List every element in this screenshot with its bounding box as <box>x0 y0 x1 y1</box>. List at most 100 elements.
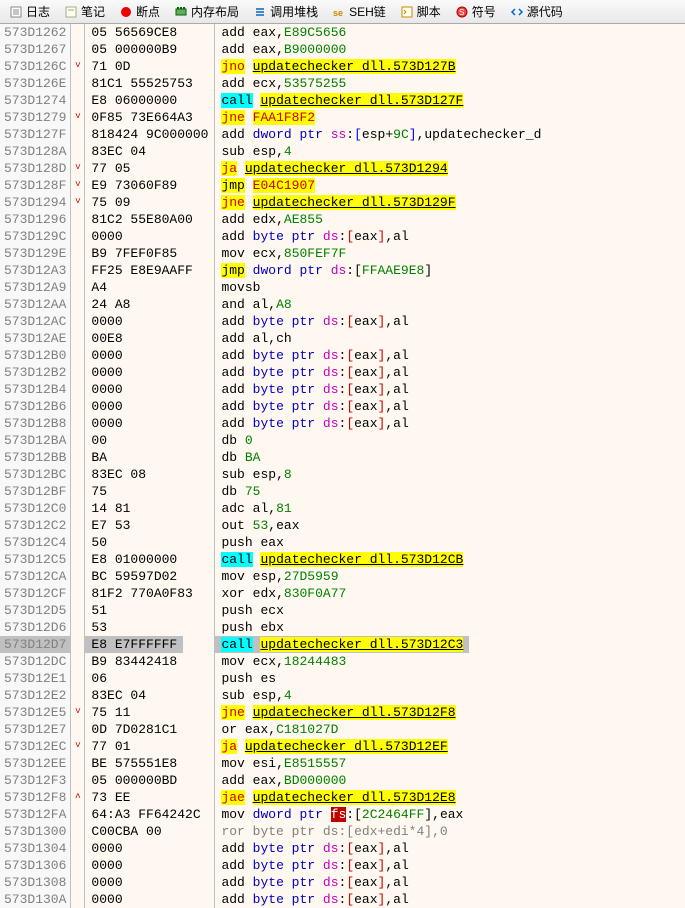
disassembly[interactable]: add al,ch <box>215 330 297 347</box>
disassembly[interactable]: jmp dword ptr ds:[FFAAE9E8] <box>215 262 438 279</box>
disassembly[interactable]: movsb <box>215 279 266 296</box>
address[interactable]: 573D12E7 <box>0 721 70 738</box>
bytes[interactable]: 77 01 <box>85 738 136 755</box>
bytes[interactable]: B9 7FEF0F85 <box>85 245 183 262</box>
bytes[interactable]: 0F85 73E664A3 <box>85 109 198 126</box>
address[interactable]: 573D1274 <box>0 92 70 109</box>
disassembly[interactable]: db 0 <box>215 432 258 449</box>
bytes[interactable]: 24 A8 <box>85 296 136 313</box>
address[interactable]: 573D127F <box>0 126 70 143</box>
disassembly[interactable]: add eax,B9000000 <box>215 41 352 58</box>
bytes[interactable]: 50 <box>85 534 113 551</box>
disassembly[interactable]: and al,A8 <box>215 296 297 313</box>
bytes[interactable]: 818424 9C000000 <box>85 126 214 143</box>
tab-callstack[interactable]: 调用堆栈 <box>246 1 325 23</box>
disassembly[interactable]: sub esp,4 <box>215 687 297 704</box>
address[interactable]: 573D12CF <box>0 585 70 602</box>
disassembly[interactable]: add byte ptr ds:[eax],al <box>215 364 414 381</box>
tab-script[interactable]: 脚本 <box>393 1 448 23</box>
disassembly[interactable]: add byte ptr ds:[eax],al <box>215 840 414 857</box>
bytes[interactable]: 05 000000BD <box>85 772 183 789</box>
address[interactable]: 573D1306 <box>0 857 70 874</box>
disassembly[interactable]: add byte ptr ds:[eax],al <box>215 398 414 415</box>
address[interactable]: 573D12AC <box>0 313 70 330</box>
address[interactable]: 573D12F8 <box>0 789 70 806</box>
disassembly[interactable]: push ebx <box>215 619 289 636</box>
disassembly[interactable]: mov esp,27D5959 <box>215 568 344 585</box>
bytes[interactable]: FF25 E8E9AAFF <box>85 262 198 279</box>
address[interactable]: 573D12AE <box>0 330 70 347</box>
disassembly[interactable]: xor edx,830F0A77 <box>215 585 352 602</box>
bytes[interactable]: E9 73060F89 <box>85 177 183 194</box>
address[interactable]: 573D129E <box>0 245 70 262</box>
bytes[interactable]: 71 0D <box>85 58 136 75</box>
bytes[interactable]: 05 000000B9 <box>85 41 183 58</box>
address[interactable]: 573D12BA <box>0 432 70 449</box>
disassembly[interactable]: push eax <box>215 534 289 551</box>
bytes[interactable]: A4 <box>85 279 113 296</box>
disassembly[interactable]: add edx,AE855 <box>215 211 328 228</box>
disassembly[interactable]: adc al,81 <box>215 500 297 517</box>
disassembly[interactable]: db 75 <box>215 483 266 500</box>
address[interactable]: 573D1300 <box>0 823 70 840</box>
bytes[interactable]: 75 <box>85 483 113 500</box>
address[interactable]: 573D12C2 <box>0 517 70 534</box>
bytes[interactable]: 75 11 <box>85 704 136 721</box>
bytes[interactable]: 00E8 <box>85 330 128 347</box>
bytes[interactable]: E8 01000000 <box>85 551 183 568</box>
bytes[interactable]: BC 59597D02 <box>85 568 183 585</box>
bytes[interactable]: 83EC 04 <box>85 143 152 160</box>
address[interactable]: 573D12C4 <box>0 534 70 551</box>
bytes[interactable]: B9 83442418 <box>85 653 183 670</box>
disassembly[interactable]: add byte ptr ds:[eax],al <box>215 313 414 330</box>
disassembly[interactable]: sub esp,4 <box>215 143 297 160</box>
address[interactable]: 573D128A <box>0 143 70 160</box>
bytes[interactable]: 0000 <box>85 840 128 857</box>
address[interactable]: 573D12A3 <box>0 262 70 279</box>
bytes[interactable]: 06 <box>85 670 113 687</box>
disassembly[interactable]: add byte ptr ds:[eax],al <box>215 381 414 398</box>
bytes[interactable]: 77 05 <box>85 160 136 177</box>
disassembly[interactable]: add dword ptr ss:[esp+9C],updatechecker_… <box>215 126 547 143</box>
bytes[interactable]: 0000 <box>85 891 128 908</box>
tab-log[interactable]: 日志 <box>2 1 57 23</box>
bytes[interactable]: BA <box>85 449 113 466</box>
bytes[interactable]: 0000 <box>85 347 128 364</box>
disassembly[interactable]: add byte ptr ds:[eax],al <box>215 891 414 908</box>
bytes[interactable]: 51 <box>85 602 113 619</box>
disassembly[interactable]: or eax,C181027D <box>215 721 344 738</box>
disassembly[interactable]: out 53,eax <box>215 517 305 534</box>
tab-notes[interactable]: 笔记 <box>57 1 112 23</box>
address[interactable]: 573D12EE <box>0 755 70 772</box>
bytes[interactable]: 0000 <box>85 415 128 432</box>
address[interactable]: 573D12DC <box>0 653 70 670</box>
bytes[interactable]: 0000 <box>85 857 128 874</box>
address[interactable]: 573D129C <box>0 228 70 245</box>
address[interactable]: 573D12BF <box>0 483 70 500</box>
bytes[interactable]: E8 06000000 <box>85 92 183 109</box>
bytes[interactable]: 0000 <box>85 364 128 381</box>
disassembly[interactable]: push es <box>215 670 282 687</box>
disassembly[interactable]: mov ecx,18244483 <box>215 653 352 670</box>
disassembly[interactable]: add byte ptr ds:[eax],al <box>215 347 414 364</box>
bytes[interactable]: 14 81 <box>85 500 136 517</box>
disassembly[interactable]: ja updatechecker_dll.573D12EF <box>215 738 453 755</box>
disassembly[interactable]: mov dword ptr fs:[2C2464FF],eax <box>215 806 469 823</box>
disassembly[interactable]: add byte ptr ds:[eax],al <box>215 857 414 874</box>
address[interactable]: 573D126E <box>0 75 70 92</box>
disassembly[interactable]: add eax,E89C5656 <box>215 24 352 41</box>
disassembly[interactable]: jno updatechecker_dll.573D127B <box>215 58 461 75</box>
address[interactable]: 573D12C5 <box>0 551 70 568</box>
bytes[interactable]: 75 09 <box>85 194 136 211</box>
bytes[interactable]: 83EC 08 <box>85 466 152 483</box>
bytes[interactable]: 64:A3 FF64242C <box>85 806 206 823</box>
address[interactable]: 573D1279 <box>0 109 70 126</box>
address[interactable]: 573D12AA <box>0 296 70 313</box>
address[interactable]: 573D12FA <box>0 806 70 823</box>
disassembly[interactable]: mov ecx,850FEF7F <box>215 245 352 262</box>
disassembly[interactable]: add byte ptr ds:[eax],al <box>215 415 414 432</box>
address[interactable]: 573D12D6 <box>0 619 70 636</box>
address[interactable]: 573D12B6 <box>0 398 70 415</box>
tab-symbols[interactable]: S符号 <box>448 1 503 23</box>
tab-breakpoints[interactable]: 断点 <box>112 1 167 23</box>
